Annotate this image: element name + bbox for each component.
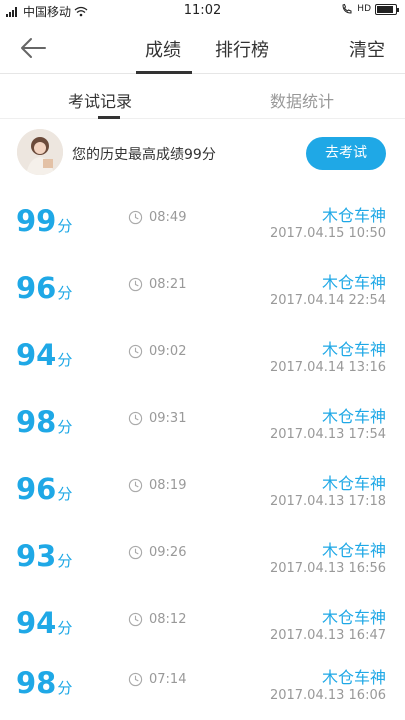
duration-text: 08:12 (149, 612, 187, 627)
tab-scores[interactable]: 成绩 (145, 36, 181, 62)
user-name: 木仓车神 (321, 668, 386, 687)
list-item[interactable]: 99分 08:49 木仓车神 2017.04.15 10:50 (0, 192, 405, 258)
active-subtab-indicator (98, 116, 120, 119)
duration: 07:14 (128, 672, 186, 687)
record-date: 2017.04.13 16:56 (269, 561, 386, 576)
list-item[interactable]: 98分 09:31 木仓车神 2017.04.13 17:54 (0, 393, 405, 459)
clock-icon (128, 478, 143, 493)
duration: 08:19 (128, 478, 186, 493)
call-signal-icon (342, 3, 352, 14)
list-item[interactable]: 96分 08:21 木仓车神 2017.04.14 22:54 (0, 259, 405, 325)
clock-icon (128, 411, 143, 426)
duration-text: 08:19 (149, 478, 187, 493)
network-label: HD (357, 4, 371, 14)
status-right: HD (341, 3, 399, 15)
duration-text: 08:21 (149, 277, 187, 292)
score-value: 98分 (16, 405, 73, 439)
score-value: 96分 (16, 271, 73, 305)
active-tab-indicator (136, 71, 192, 74)
best-score-summary: 您的历史最高成绩99分 去考试 (0, 120, 405, 188)
user-name: 木仓车神 (321, 273, 386, 292)
user-name: 木仓车神 (321, 608, 386, 627)
score-value: 94分 (16, 606, 73, 640)
clock-icon (128, 545, 143, 560)
duration: 08:21 (128, 277, 186, 292)
back-button[interactable] (18, 35, 48, 61)
score-value: 98分 (16, 666, 73, 700)
score-value: 93分 (16, 539, 73, 573)
take-exam-button[interactable]: 去考试 (306, 137, 386, 170)
duration-text: 09:02 (149, 344, 187, 359)
list-item[interactable]: 94分 08:12 木仓车神 2017.04.13 16:47 (0, 594, 405, 660)
record-date: 2017.04.13 16:47 (269, 628, 386, 643)
list-item[interactable]: 94分 09:02 木仓车神 2017.04.14 13:16 (0, 326, 405, 392)
record-date: 2017.04.14 13:16 (269, 360, 386, 375)
duration: 09:26 (128, 545, 186, 560)
duration: 09:02 (128, 344, 186, 359)
list-item[interactable]: 93分 09:26 木仓车神 2017.04.13 16:56 (0, 527, 405, 593)
tab-ranking[interactable]: 排行榜 (215, 36, 269, 62)
clock-icon (128, 612, 143, 627)
score-value: 99分 (16, 204, 73, 238)
user-name: 木仓车神 (321, 407, 386, 426)
battery-fill (377, 5, 393, 13)
score-value: 94分 (16, 338, 73, 372)
duration: 08:49 (128, 210, 186, 225)
clock-icon (128, 210, 143, 225)
clock-icon (128, 672, 143, 687)
duration-text: 07:14 (149, 672, 187, 687)
score-value: 96分 (16, 472, 73, 506)
back-arrow-icon (21, 38, 46, 58)
subtab-exam-records[interactable]: 考试记录 (68, 88, 132, 112)
record-date: 2017.04.13 16:06 (269, 688, 386, 703)
duration-text: 08:49 (149, 210, 187, 225)
avatar (17, 129, 63, 175)
record-date: 2017.04.13 17:54 (269, 427, 386, 442)
record-date: 2017.04.13 17:18 (269, 494, 386, 509)
list-item[interactable]: 98分 07:14 木仓车神 2017.04.13 16:06 (0, 654, 405, 720)
list-item[interactable]: 96分 08:19 木仓车神 2017.04.13 17:18 (0, 460, 405, 526)
user-name: 木仓车神 (321, 206, 386, 225)
status-bar: 中国移动 11:02 HD (0, 0, 405, 22)
sub-tabs: 考试记录 数据统计 (0, 75, 405, 119)
duration-text: 09:31 (149, 411, 187, 426)
subtab-statistics[interactable]: 数据统计 (270, 88, 334, 112)
user-name: 木仓车神 (321, 474, 386, 493)
user-name: 木仓车神 (321, 541, 386, 560)
user-name: 木仓车神 (321, 340, 386, 359)
clear-button[interactable]: 清空 (349, 36, 385, 62)
duration: 09:31 (128, 411, 186, 426)
duration: 08:12 (128, 612, 186, 627)
record-date: 2017.04.15 10:50 (269, 226, 386, 241)
best-score-text: 您的历史最高成绩99分 (72, 147, 216, 163)
clock-icon (128, 277, 143, 292)
duration-text: 09:26 (149, 545, 187, 560)
avatar-image (17, 129, 63, 175)
header-nav: 成绩 排行榜 清空 (0, 22, 405, 74)
battery-icon (375, 3, 399, 15)
clock-icon (128, 344, 143, 359)
record-date: 2017.04.14 22:54 (269, 293, 386, 308)
